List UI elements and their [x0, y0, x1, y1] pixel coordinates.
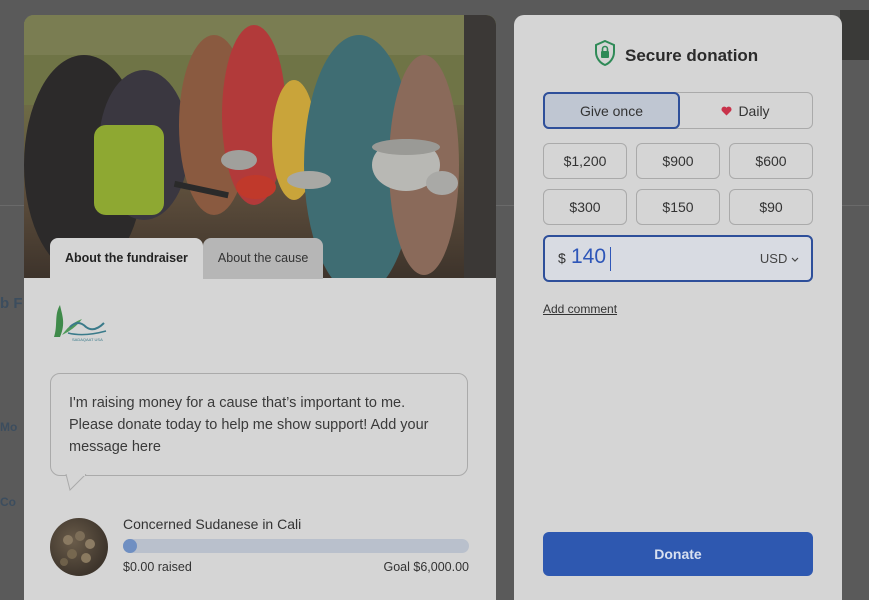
- give-once-label: Give once: [579, 102, 644, 119]
- heart-icon: [721, 103, 732, 119]
- organization-name[interactable]: Concerned Sudanese in Cali: [123, 516, 301, 532]
- organization-logo: SADAQAAT USA: [48, 297, 110, 343]
- currency-select[interactable]: USD: [760, 251, 799, 266]
- amount-button[interactable]: $600: [729, 143, 813, 179]
- add-comment-link[interactable]: Add comment: [543, 302, 617, 316]
- fundraising-goal: Goal $6,000.00: [383, 560, 470, 574]
- progress-fill: [123, 539, 137, 553]
- fundraiser-tabs: About the fundraiser About the cause: [50, 238, 324, 279]
- amount-value[interactable]: 140: [571, 245, 606, 269]
- background-text: b F: [0, 295, 23, 312]
- frequency-toggle: Give once Daily: [543, 92, 813, 129]
- daily-button[interactable]: Daily: [679, 93, 812, 128]
- amount-raised: $0.00 raised: [123, 560, 192, 574]
- background-text: Co: [0, 495, 16, 509]
- give-once-button[interactable]: Give once: [543, 92, 680, 129]
- donation-panel: Secure donation Give once Daily $1,200 $…: [514, 15, 842, 600]
- donate-button[interactable]: Donate: [543, 532, 813, 576]
- daily-label: Daily: [738, 102, 770, 119]
- currency-symbol: $: [558, 250, 566, 266]
- currency-code: USD: [759, 251, 788, 266]
- amount-button[interactable]: $300: [543, 189, 627, 225]
- background-photo: [840, 10, 869, 60]
- logo-text: SADAQAAT USA: [72, 337, 103, 342]
- speech-bubble-tail: [65, 474, 87, 491]
- amount-button[interactable]: $90: [729, 189, 813, 225]
- fundraising-progress-bar: [123, 539, 469, 553]
- secure-donation-header: Secure donation: [594, 39, 759, 71]
- organization-avatar: [50, 518, 108, 576]
- amount-button[interactable]: $1,200: [543, 143, 627, 179]
- background-text: Mo: [0, 420, 18, 434]
- donation-title: Secure donation: [625, 45, 759, 65]
- chevron-down-icon: [791, 251, 799, 266]
- fundraiser-card: About the fundraiser About the cause SAD…: [24, 15, 496, 600]
- text-caret: [610, 247, 611, 271]
- tab-about-fundraiser[interactable]: About the fundraiser: [50, 238, 203, 279]
- custom-amount-input[interactable]: $ 140 USD: [543, 235, 813, 282]
- amount-button[interactable]: $150: [636, 189, 720, 225]
- fundraiser-message: I'm raising money for a cause that’s imp…: [50, 373, 468, 476]
- shield-lock-icon: [594, 39, 616, 71]
- amount-button[interactable]: $900: [636, 143, 720, 179]
- tab-about-cause[interactable]: About the cause: [202, 238, 324, 279]
